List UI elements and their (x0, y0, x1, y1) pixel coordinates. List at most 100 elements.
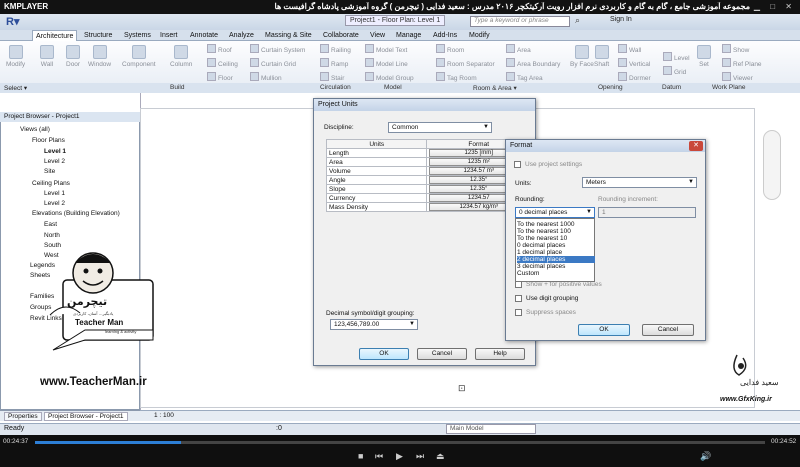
area-boundary-button[interactable]: Area Boundary (506, 58, 560, 68)
rounding-option-selected[interactable]: 2 decimal places (517, 256, 595, 263)
tree-elev-north[interactable]: North (44, 232, 60, 239)
ref-plane-button[interactable]: Ref Plane (722, 58, 762, 68)
model-group-button[interactable]: Model Group (365, 72, 414, 82)
tag-room-button[interactable]: Tag Room (436, 72, 477, 82)
show-button[interactable]: Show (722, 44, 749, 54)
wall-opening-button[interactable]: Wall (618, 44, 641, 54)
column-button[interactable]: Column (170, 45, 192, 68)
eject-icon[interactable]: ⏏ (436, 451, 445, 462)
main-model-select[interactable]: Main Model (446, 424, 536, 434)
floor-button[interactable]: Floor (207, 72, 233, 82)
grouping-select[interactable]: 123,456,789.00 ▼ (330, 319, 418, 330)
rounding-option[interactable]: 1 decimal place (517, 249, 595, 256)
tab-collaborate[interactable]: Collaborate (320, 30, 362, 41)
tab-architecture[interactable]: Architecture (32, 30, 78, 41)
next-icon[interactable]: ⏭ (416, 451, 424, 462)
chevron-down-icon: ▼ (409, 321, 415, 327)
railing-button[interactable]: Railing (320, 44, 351, 54)
stop-icon[interactable]: ■ (358, 451, 363, 461)
tab-systems[interactable]: Systems (121, 30, 154, 41)
tree-ceiling-plans[interactable]: Ceiling Plans (32, 180, 70, 187)
play-icon[interactable]: ▶ (396, 451, 403, 462)
door-button[interactable]: Door (66, 45, 80, 68)
mullion-button[interactable]: Mullion (250, 72, 282, 82)
window-controls[interactable]: ▁ □ ✕ (754, 2, 796, 11)
digit-grouping-checkbox[interactable] (515, 295, 522, 302)
scale-label[interactable]: 1 : 100 (154, 412, 174, 419)
tab-add-ins[interactable]: Add-Ins (430, 30, 460, 41)
room-separator-button[interactable]: Room Separator (436, 58, 495, 68)
units-select[interactable]: Meters ▼ (582, 177, 697, 188)
format-cancel-button[interactable]: Cancel (642, 324, 694, 336)
tree-floor-level-2[interactable]: Level 2 (44, 158, 65, 165)
rounding-option[interactable]: To the nearest 100 (517, 228, 595, 235)
rounding-option[interactable]: 3 decimal places (517, 263, 595, 270)
help-button[interactable]: Help (475, 348, 525, 360)
tree-ceiling-level-2[interactable]: Level 2 (44, 200, 65, 207)
tab-insert[interactable]: Insert (157, 30, 181, 41)
player-logo[interactable]: KMPLAYER (4, 2, 48, 11)
tab-massing-site[interactable]: Massing & Site (262, 30, 315, 41)
viewer-button[interactable]: Viewer (722, 72, 753, 82)
curtain-system-button[interactable]: Curtain System (250, 44, 305, 54)
format-ok-button[interactable]: OK (578, 324, 630, 336)
tab-annotate[interactable]: Annotate (187, 30, 221, 41)
rounding-option[interactable]: To the nearest 10 (517, 235, 595, 242)
level-button[interactable]: Level (663, 52, 690, 62)
area-button[interactable]: Area (506, 44, 531, 54)
tree-floor-site[interactable]: Site (44, 168, 55, 175)
previous-icon[interactable]: ⏮ (375, 451, 383, 462)
search-icon[interactable]: ⌕ (575, 15, 580, 26)
set-button[interactable]: Set (697, 45, 711, 68)
curtain-grid-button[interactable]: Curtain Grid (250, 58, 296, 68)
dormer-button[interactable]: Dormer (618, 72, 651, 82)
grid-button[interactable]: Grid (663, 66, 686, 76)
tab-structure[interactable]: Structure (81, 30, 115, 41)
tab-properties[interactable]: Properties (4, 412, 42, 421)
show-positive-checkbox[interactable] (515, 281, 522, 288)
ok-button[interactable]: OK (359, 348, 409, 360)
tree-floor-plans[interactable]: Floor Plans (32, 137, 65, 144)
rounding-select[interactable]: 0 decimal places ▼ (515, 207, 595, 218)
volume-icon[interactable]: 🔊 (700, 451, 711, 462)
tab-manage[interactable]: Manage (393, 30, 424, 41)
revit-logo-icon[interactable]: R▾ (6, 15, 28, 29)
suppress-spaces-checkbox[interactable] (515, 309, 522, 316)
tag-area-button[interactable]: Tag Area (506, 72, 543, 82)
rounding-option[interactable]: Custom (517, 270, 595, 277)
stair-button[interactable]: Stair (320, 72, 344, 82)
room-button[interactable]: Room (436, 44, 464, 54)
navigation-bar[interactable] (763, 130, 781, 200)
use-project-checkbox[interactable] (514, 161, 521, 168)
select-dropdown[interactable]: Select ▾ (4, 84, 27, 92)
rounding-option[interactable]: 0 decimal places (517, 242, 595, 249)
search-input[interactable]: Type a keyword or phrase (470, 16, 570, 27)
modify-button[interactable]: Modify (6, 45, 25, 68)
tree-elevations[interactable]: Elevations (Building Elevation) (32, 210, 120, 217)
wall-button[interactable]: Wall (40, 45, 54, 68)
tree-floor-level-1[interactable]: Level 1 (44, 148, 66, 155)
tree-ceiling-level-1[interactable]: Level 1 (44, 190, 65, 197)
shaft-button[interactable]: Shaft (594, 45, 609, 68)
ramp-button[interactable]: Ramp (320, 58, 348, 68)
model-line-button[interactable]: Model Line (365, 58, 408, 68)
component-button[interactable]: Component (122, 45, 156, 68)
window-button[interactable]: Window (88, 45, 111, 68)
increment-input[interactable]: 1 (598, 207, 696, 218)
ceiling-button[interactable]: Ceiling (207, 58, 238, 68)
tree-elev-east[interactable]: East (44, 221, 57, 228)
signin-link[interactable]: Sign In (610, 16, 632, 23)
by-face-button[interactable]: By Face (570, 45, 594, 68)
tree-views-all[interactable]: Views (all) (20, 126, 50, 133)
tab-view[interactable]: View (367, 30, 388, 41)
cancel-button[interactable]: Cancel (417, 348, 467, 360)
rounding-option[interactable]: To the nearest 1000 (517, 221, 595, 228)
roof-button[interactable]: Roof (207, 44, 232, 54)
tab-modify[interactable]: Modify (466, 30, 493, 41)
model-text-button[interactable]: Model Text (365, 44, 407, 54)
discipline-select[interactable]: Common ▼ (388, 122, 492, 133)
tab-analyze[interactable]: Analyze (226, 30, 257, 41)
close-icon[interactable]: ✕ (689, 141, 703, 151)
vertical-button[interactable]: Vertical (618, 58, 650, 68)
tab-project-browser[interactable]: Project Browser - Project1 (44, 412, 128, 421)
